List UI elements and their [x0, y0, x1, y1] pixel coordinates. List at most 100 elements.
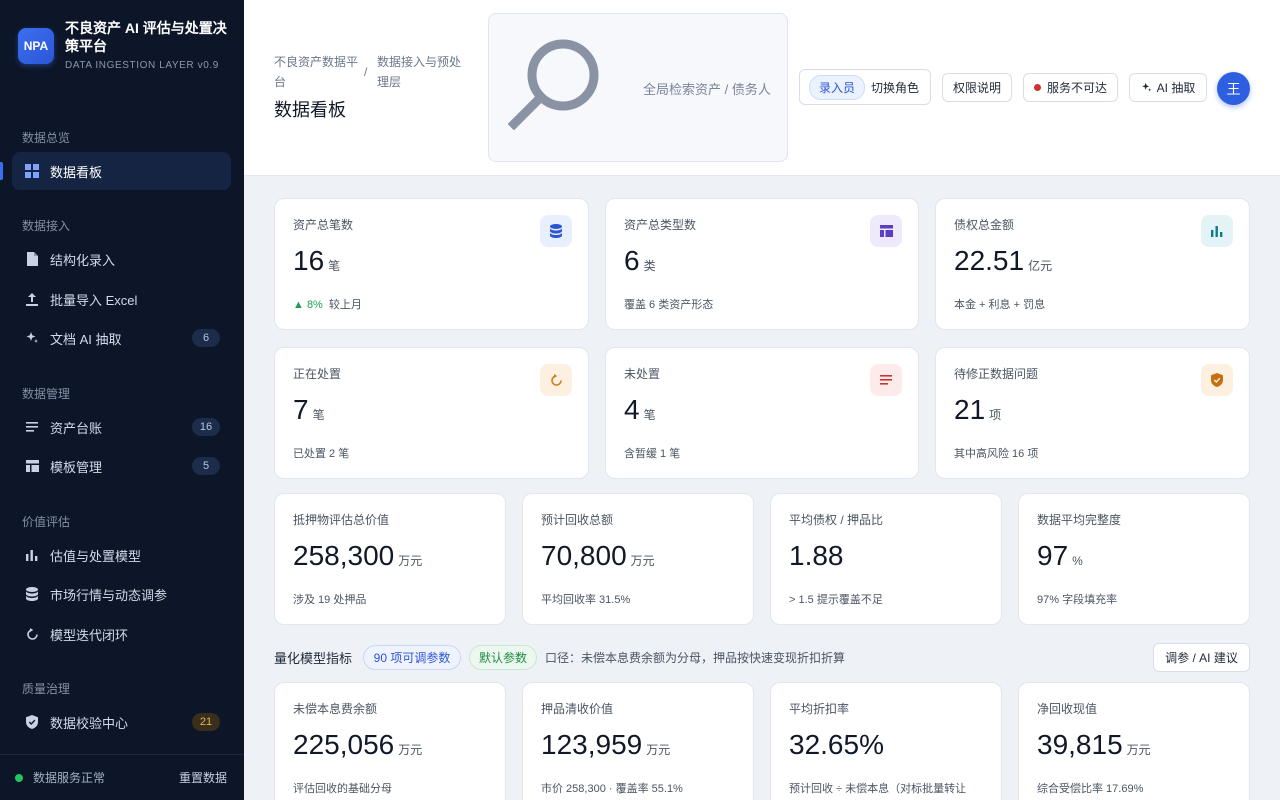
stat-card-asset-types: 资产总类型数 6类 覆盖 6 类资产形态	[605, 198, 919, 330]
card-label: 押品清收价值	[541, 702, 614, 716]
sidebar-footer: 数据服务正常 重置数据	[0, 754, 244, 800]
default-params-pill[interactable]: 默认参数	[469, 645, 537, 670]
template-icon	[25, 459, 39, 473]
card-note: > 1.5 提示覆盖不足	[789, 594, 883, 606]
current-role-chip[interactable]: 录入员	[809, 74, 866, 100]
stat-card-collateral-value: 抵押物评估总价值 258,300 万元 涉及 19 处押品	[274, 493, 506, 625]
brand-logo[interactable]: NPA	[18, 28, 54, 64]
stat-card-unprocessed: 未处置 4笔 含暂缓 1 笔	[605, 347, 919, 479]
section-quality: 质量治理	[22, 682, 71, 696]
database-icon	[25, 587, 39, 601]
card-label: 债权总金额	[954, 218, 1015, 232]
template-icon	[870, 215, 902, 247]
brand-title: 不良资产 AI 评估与处置决策平台	[65, 20, 227, 54]
service-status-button[interactable]: 服务不可达	[1023, 73, 1118, 102]
card-value: 16 笔	[293, 245, 341, 276]
sidebar-item-doc-ai[interactable]: 文档 AI 抽取 6	[12, 319, 231, 357]
ai-extract-button[interactable]: AI 抽取	[1129, 73, 1207, 102]
brand: NPA 不良资产 AI 评估与处置决策平台 DATA INGESTION LAY…	[18, 18, 228, 78]
card-note: 市价 258,300 · 覆盖率 55.1%	[541, 783, 683, 795]
card-note: 已处置 2 笔	[293, 448, 350, 460]
kpi-description: 口径：未偿本息费余额为分母，押品按快速变现折扣折算	[545, 651, 846, 665]
service-status-label: 服务不可达	[1046, 81, 1107, 95]
status-dot-icon	[15, 773, 23, 782]
count-badge: 16	[192, 418, 220, 436]
bar-chart-icon	[25, 548, 39, 562]
service-status: 数据服务正常	[33, 771, 106, 785]
section-valuation: 价值评估	[22, 515, 71, 529]
card-value: 7笔	[293, 394, 325, 425]
kpi-section-title: 量化模型指标	[274, 651, 353, 666]
card-label: 抵押物评估总价值	[293, 513, 390, 527]
sidebar-item-ledger[interactable]: 资产台账 16	[12, 408, 231, 446]
card-value: 39,815 万元	[1037, 729, 1151, 760]
sidebar-item-structured[interactable]: 结构化录入	[12, 240, 231, 278]
search-input[interactable]: 全局检索资产 / 债务人	[488, 13, 788, 162]
active-indicator	[0, 162, 3, 180]
ai-extract-label: AI 抽取	[1156, 81, 1196, 95]
card-note: 其中高风险 16 项	[954, 448, 1039, 460]
count-badge: 21	[192, 713, 220, 731]
stat-card-debt-total: 债权总金额 22.51 亿元 本金 + 利息 + 罚息	[935, 198, 1250, 330]
search-icon	[507, 39, 599, 131]
trend-up: ▲ 8%	[293, 299, 323, 311]
sidebar-item-validation[interactable]: 数据校验中心 21	[12, 703, 231, 741]
sidebar-item-templates[interactable]: 模板管理 5	[12, 447, 231, 485]
sidebar-item-label: 估值与处置模型	[50, 548, 142, 564]
shield-icon	[1201, 364, 1233, 396]
card-label: 待修正数据问题	[954, 367, 1039, 381]
sidebar-item-model[interactable]: 估值与处置模型	[12, 536, 231, 574]
section-ingest: 数据接入	[22, 219, 71, 233]
stat-card-collateral-liquidation: 押品清收价值 123,959 万元 市价 258,300 · 覆盖率 55.1%	[522, 682, 754, 800]
sidebar-item-label: 数据校验中心	[50, 715, 129, 731]
sparkle-icon	[1141, 82, 1152, 93]
card-label: 资产总类型数	[624, 218, 697, 232]
card-note: 含暂缓 1 笔	[624, 448, 681, 460]
permission-help-button[interactable]: 权限说明	[942, 73, 1012, 102]
card-label: 平均债权 / 押品比	[789, 513, 884, 527]
card-value: 21 项	[954, 394, 1002, 425]
count-badge: 6	[192, 329, 220, 347]
card-label: 正在处置	[293, 367, 342, 381]
file-icon	[25, 252, 39, 266]
card-value: 6类	[624, 245, 656, 276]
sidebar-item-label: 结构化录入	[50, 252, 116, 268]
tune-ai-suggest-button[interactable]: 调参 / AI 建议	[1153, 643, 1250, 672]
card-value: 32.65%	[789, 729, 884, 760]
stat-card-debt-collateral-ratio: 平均债权 / 押品比 1.88 > 1.5 提示覆盖不足	[770, 493, 1002, 625]
card-value: 1.88	[789, 540, 844, 571]
role-switcher: 录入员 切换角色	[799, 69, 931, 105]
page-title: 数据看板	[274, 100, 346, 120]
stat-card-average-discount: 平均折扣率 32.65% 预计回收 ÷ 未偿本息（对标批量转让	[770, 682, 1002, 800]
refresh-icon	[25, 627, 39, 641]
sidebar-item-market[interactable]: 市场行情与动态调参	[12, 575, 231, 613]
breadcrumb-root[interactable]: 不良资产数据平台	[274, 52, 358, 92]
sidebar-item-label: 批量导入 Excel	[50, 292, 138, 308]
grid-icon	[25, 164, 39, 178]
stat-card-total-assets: 资产总笔数 16 笔 ▲ 8% 较上月	[274, 198, 589, 330]
avatar[interactable]: 王	[1217, 72, 1250, 105]
sidebar-item-iteration[interactable]: 模型迭代闭环	[12, 615, 231, 653]
card-value: 97%	[1037, 540, 1083, 571]
search-placeholder: 全局检索资产 / 债务人	[643, 82, 771, 97]
card-note: 预计回收 ÷ 未偿本息（对标批量转让	[789, 783, 967, 795]
stat-card-expected-recovery: 预计回收总额 70,800 万元 平均回收率 31.5%	[522, 493, 754, 625]
card-note: 评估回收的基础分母	[293, 783, 392, 795]
card-note: 覆盖 6 类资产形态	[624, 299, 714, 311]
switch-role-button[interactable]: 切换角色	[871, 79, 919, 96]
card-note: 97% 字段填充率	[1037, 594, 1118, 606]
refresh-icon	[540, 364, 572, 396]
stat-card-outstanding-balance: 未偿本息费余额 225,056 万元 评估回收的基础分母	[274, 682, 506, 800]
sparkle-icon	[25, 331, 39, 345]
adjustable-params-pill[interactable]: 90 项可调参数	[363, 645, 461, 670]
reset-data-button[interactable]: 重置数据	[179, 769, 227, 786]
bar-chart-icon	[1201, 215, 1233, 247]
sidebar-item-dashboard[interactable]: 数据看板	[12, 152, 231, 190]
sidebar-item-excel[interactable]: 批量导入 Excel	[12, 280, 231, 318]
card-note: 综合受偿比率 17.69%	[1037, 783, 1144, 795]
sidebar-item-label: 模板管理	[50, 459, 103, 475]
breadcrumb-separator: /	[364, 65, 368, 79]
breadcrumb-current: 数据接入与预处理层	[377, 55, 462, 89]
section-overview: 数据总览	[22, 131, 71, 145]
card-note: 平均回收率 31.5%	[541, 594, 631, 606]
